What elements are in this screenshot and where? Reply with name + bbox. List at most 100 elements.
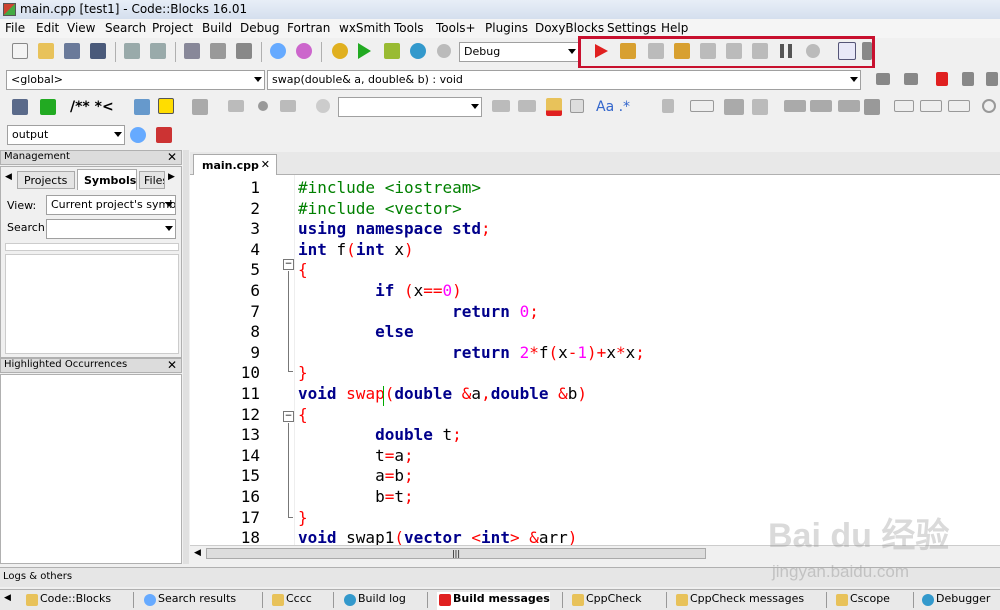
tab-debugger[interactable]: Debugger — [920, 592, 990, 610]
tab-build-messages[interactable]: Build messages — [437, 592, 550, 610]
tab-cccc[interactable]: Cccc — [270, 592, 312, 610]
tab-scroll-right-icon[interactable]: ▶ — [168, 172, 175, 182]
code-line[interactable]: } — [298, 363, 308, 384]
bookmark-toggle-icon[interactable] — [936, 72, 948, 86]
menu-doxyblocks[interactable]: DoxyBlocks — [535, 21, 604, 35]
doxy-comment-button[interactable]: /** *< — [70, 99, 114, 115]
menu-fortran[interactable]: Fortran — [287, 21, 330, 35]
function-select[interactable]: swap(double& a, double& b) : void — [267, 70, 861, 90]
code-line[interactable]: double t; — [298, 425, 462, 446]
code-line[interactable]: void swap(double &a,double &b) — [298, 384, 587, 405]
incremental-search-input[interactable] — [338, 97, 482, 117]
code-line[interactable]: { — [298, 405, 308, 426]
cut-icon[interactable] — [184, 43, 200, 59]
run-icon[interactable] — [358, 43, 371, 59]
menu-search[interactable]: Search — [105, 21, 146, 35]
code-line[interactable]: b=t; — [298, 487, 414, 508]
fold-marker-icon[interactable]: − — [283, 259, 294, 270]
code-editor[interactable]: 1 2 3 4 5 6 7 8 9 10 11 12 13 14 15 16 17 18 − − #include… — [190, 175, 1000, 545]
widget-left-icon[interactable] — [894, 100, 914, 112]
tab-files[interactable]: Files — [139, 171, 165, 189]
tab-main-cpp[interactable]: main.cpp ✕ — [193, 154, 277, 175]
tab-search-results[interactable]: Search results — [142, 592, 236, 610]
clear-search-icon[interactable] — [316, 99, 330, 113]
copy-icon[interactable] — [210, 43, 226, 59]
menu-help[interactable]: Help — [661, 21, 688, 35]
menu-settings[interactable]: Settings — [607, 21, 656, 35]
undo-icon[interactable] — [124, 43, 140, 59]
widget-box-icon[interactable] — [724, 99, 744, 115]
search-log-icon[interactable] — [130, 127, 146, 143]
symbols-members-list[interactable] — [5, 254, 179, 354]
code-line[interactable]: void swap1(vector <int> &arr) — [298, 528, 577, 545]
code-line[interactable]: int f(int x) — [298, 240, 414, 261]
settings-icon[interactable] — [156, 127, 172, 143]
menu-tools[interactable]: Tools — [394, 21, 424, 35]
jump-forward-icon[interactable] — [904, 73, 918, 85]
zoom-icon[interactable] — [982, 99, 996, 113]
paste-icon[interactable] — [236, 43, 252, 59]
menu-tools-plus[interactable]: Tools+ — [436, 21, 476, 35]
widget-right-icon[interactable] — [920, 100, 942, 112]
widget-grid-icon[interactable] — [864, 99, 880, 115]
scrollbar-thumb[interactable]: ||| — [206, 548, 706, 559]
editor-horizontal-scrollbar[interactable]: ◀ ||| — [190, 545, 1000, 561]
close-icon[interactable]: ✕ — [167, 150, 177, 164]
code-line[interactable]: #include <iostream> — [298, 178, 481, 199]
tab-cppcheck[interactable]: CppCheck — [570, 592, 641, 610]
regex-case-toggle[interactable]: Aa .* — [596, 99, 630, 115]
tab-symbols[interactable]: Symbols — [77, 169, 137, 190]
doxy-html-icon[interactable] — [134, 99, 150, 115]
widget-button-icon[interactable] — [784, 100, 806, 112]
scroll-left-icon[interactable]: ◀ — [194, 548, 201, 558]
menu-project[interactable]: Project — [152, 21, 193, 35]
fold-marker-icon[interactable]: − — [283, 411, 294, 422]
widget-expand-icon[interactable] — [948, 100, 970, 112]
save-all-icon[interactable] — [90, 43, 106, 59]
code-line[interactable]: a=b; — [298, 466, 414, 487]
find-icon[interactable] — [270, 43, 286, 59]
code-line[interactable]: return 2*f(x-1)+x*x; — [298, 343, 645, 364]
tab-cscope[interactable]: Cscope — [834, 592, 890, 610]
next-bookmark-icon[interactable] — [280, 100, 296, 112]
code-line[interactable]: using namespace std; — [298, 219, 491, 240]
bookmark-prev-icon[interactable] — [962, 72, 974, 86]
doxy-extract-icon[interactable] — [40, 99, 56, 115]
widget-panel-icon[interactable] — [690, 100, 714, 112]
redo-icon[interactable] — [150, 43, 166, 59]
selected-text-icon[interactable] — [570, 99, 584, 113]
code-line[interactable]: return 0; — [298, 302, 539, 323]
widget-image-icon[interactable] — [752, 99, 768, 115]
open-icon[interactable] — [38, 43, 54, 59]
prev-bookmark-icon[interactable] — [228, 100, 244, 112]
panel-splitter[interactable] — [183, 150, 189, 564]
highlight-icon[interactable] — [546, 98, 562, 116]
code-line[interactable]: if (x==0) — [298, 281, 462, 302]
tab-build-log[interactable]: Build log — [342, 592, 406, 610]
new-file-icon[interactable] — [12, 43, 28, 59]
menu-plugins[interactable]: Plugins — [485, 21, 528, 35]
widget-sizer-icon[interactable] — [810, 100, 832, 112]
close-icon[interactable]: ✕ — [167, 358, 177, 372]
menu-file[interactable]: File — [5, 21, 25, 35]
tab-scroll-left-icon[interactable]: ◀ — [4, 593, 11, 603]
menu-build[interactable]: Build — [202, 21, 232, 35]
replace-icon[interactable] — [296, 43, 312, 59]
log-target-select[interactable]: output — [7, 125, 125, 145]
tab-cppcheck-messages[interactable]: CppCheck messages — [674, 592, 804, 610]
code-line[interactable]: else — [298, 322, 414, 343]
pointer-icon[interactable] — [662, 99, 674, 113]
wrench-icon[interactable] — [192, 99, 208, 115]
rebuild-icon[interactable] — [410, 43, 426, 59]
build-gear-icon[interactable] — [332, 43, 348, 59]
search-prev-icon[interactable] — [492, 100, 510, 112]
search-next-icon[interactable] — [518, 100, 536, 112]
code-line[interactable]: #include <vector> — [298, 199, 462, 220]
close-icon[interactable]: ✕ — [261, 158, 270, 171]
menu-wxsmith[interactable]: wxSmith — [339, 21, 391, 35]
menu-edit[interactable]: Edit — [36, 21, 59, 35]
save-icon[interactable] — [64, 43, 80, 59]
symbol-search-input[interactable] — [46, 219, 176, 239]
tab-codeblocks-log[interactable]: Code::Blocks — [24, 592, 111, 610]
jump-back-icon[interactable] — [876, 73, 890, 85]
